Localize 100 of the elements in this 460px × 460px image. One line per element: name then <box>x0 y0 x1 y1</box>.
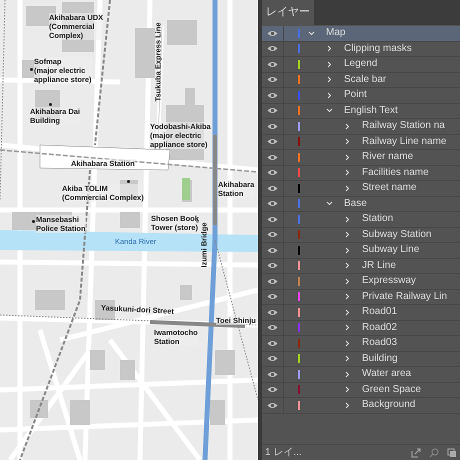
point-marker-icon <box>196 220 199 223</box>
layer-row[interactable]: Road03 <box>262 336 460 352</box>
chevron-right-icon[interactable] <box>344 324 351 332</box>
chevron-right-icon[interactable] <box>344 386 351 394</box>
eye-icon[interactable] <box>267 293 278 300</box>
chevron-right-icon[interactable] <box>344 138 351 146</box>
search-icon[interactable] <box>429 448 439 458</box>
point-marker-icon <box>127 180 130 183</box>
chevron-down-icon[interactable] <box>308 30 315 37</box>
eye-icon[interactable] <box>267 231 278 238</box>
eye-icon[interactable] <box>267 154 278 161</box>
eye-icon[interactable] <box>267 200 278 208</box>
chevron-right-icon[interactable] <box>344 402 351 409</box>
layer-name: Road03 <box>362 337 398 350</box>
layer-row[interactable]: Facilities name <box>262 166 460 181</box>
eye-icon[interactable] <box>267 324 278 332</box>
point-marker-icon <box>30 68 33 71</box>
chevron-right-icon[interactable] <box>344 184 351 192</box>
layer-row[interactable]: Legend <box>262 57 460 72</box>
layer-name: Expressway <box>362 275 416 288</box>
eye-icon[interactable] <box>267 60 278 68</box>
layer-row[interactable]: Street name <box>262 181 460 196</box>
eye-icon[interactable] <box>267 184 278 192</box>
eye-icon[interactable] <box>267 355 278 362</box>
eye-icon[interactable] <box>267 30 278 37</box>
layer-row[interactable]: Subway Station <box>262 228 460 243</box>
chevron-right-icon[interactable] <box>344 246 351 254</box>
eye-icon[interactable] <box>267 107 278 114</box>
chevron-right-icon[interactable] <box>326 76 333 84</box>
chevron-right-icon[interactable] <box>344 122 351 130</box>
point-marker-icon <box>32 220 35 223</box>
eye-icon[interactable] <box>267 386 278 394</box>
layer-row[interactable]: Station <box>262 212 460 228</box>
export-icon[interactable] <box>411 448 421 458</box>
layer-row[interactable]: Building <box>262 352 460 367</box>
eye-icon[interactable] <box>267 138 278 146</box>
layer-name: Road01 <box>362 306 398 318</box>
eye-icon[interactable] <box>267 45 278 52</box>
layer-row[interactable]: Road01 <box>262 305 460 320</box>
layer-row[interactable]: Water area <box>262 367 460 382</box>
layer-row[interactable]: Railway Line name <box>262 134 460 150</box>
eye-icon[interactable] <box>267 370 278 378</box>
eye-icon[interactable] <box>267 216 278 223</box>
layer-row[interactable]: Road02 <box>262 320 460 336</box>
layers-tab[interactable]: レイヤー <box>262 0 314 25</box>
eye-icon[interactable] <box>267 308 278 316</box>
eye-icon[interactable] <box>267 122 278 130</box>
chevron-right-icon[interactable] <box>344 355 351 362</box>
layer-name: Private Railway Lin <box>362 290 448 303</box>
eye-icon[interactable] <box>267 169 278 176</box>
eye-icon[interactable] <box>267 278 278 285</box>
chevron-right-icon[interactable] <box>344 370 351 378</box>
chevron-right-icon[interactable] <box>344 262 351 270</box>
layer-name: Clipping masks <box>344 42 412 55</box>
layer-row[interactable]: Subway Line <box>262 243 460 258</box>
layer-row[interactable]: Point <box>262 88 460 104</box>
chevron-right-icon[interactable] <box>326 45 333 52</box>
layer-name: Railway Station na <box>362 120 445 132</box>
layer-row[interactable]: Clipping masks <box>262 42 460 57</box>
layer-row[interactable]: Railway Station na <box>262 119 460 134</box>
layer-row[interactable]: Background <box>262 398 460 414</box>
layer-name: JR Line <box>362 260 396 272</box>
layer-name: Road02 <box>362 322 398 334</box>
chevron-right-icon[interactable] <box>344 293 351 300</box>
layer-row[interactable]: Expressway <box>262 274 460 290</box>
layer-row[interactable]: English Text <box>262 104 460 119</box>
layer-row[interactable]: Base <box>262 196 460 212</box>
layer-row[interactable]: Map <box>262 26 460 42</box>
layer-row[interactable]: Green Space <box>262 382 460 398</box>
layer-row[interactable]: JR Line <box>262 258 460 274</box>
layer-name: Railway Line name <box>362 136 446 148</box>
layer-name: English Text <box>344 104 398 117</box>
layer-row[interactable]: Scale bar <box>262 72 460 88</box>
chevron-right-icon[interactable] <box>344 216 351 223</box>
layer-name: Subway Line <box>362 244 420 256</box>
chevron-right-icon[interactable] <box>326 60 333 68</box>
chevron-right-icon[interactable] <box>344 231 351 238</box>
layer-row[interactable]: River name <box>262 150 460 166</box>
chevron-right-icon[interactable] <box>344 169 351 176</box>
chevron-right-icon[interactable] <box>326 92 333 99</box>
chevron-right-icon[interactable] <box>344 308 351 316</box>
layer-count: 1 レイ... <box>265 446 302 460</box>
chevron-down-icon[interactable] <box>326 107 333 114</box>
layer-name: River name <box>362 151 414 164</box>
eye-icon[interactable] <box>267 340 278 347</box>
layer-name: Green Space <box>362 384 421 396</box>
point-marker-icon <box>49 103 52 106</box>
eye-icon[interactable] <box>267 246 278 254</box>
eye-icon[interactable] <box>267 92 278 99</box>
layer-name: Station <box>362 213 394 226</box>
chevron-right-icon[interactable] <box>344 278 351 285</box>
chevron-right-icon[interactable] <box>344 340 351 347</box>
eye-icon[interactable] <box>267 402 278 409</box>
eye-icon[interactable] <box>267 76 278 84</box>
chevron-right-icon[interactable] <box>344 154 351 161</box>
chevron-down-icon[interactable] <box>326 200 333 208</box>
layer-name: Water area <box>362 368 412 380</box>
duplicate-icon[interactable] <box>447 448 457 458</box>
layer-row[interactable]: Private Railway Lin <box>262 290 460 305</box>
eye-icon[interactable] <box>267 262 278 270</box>
